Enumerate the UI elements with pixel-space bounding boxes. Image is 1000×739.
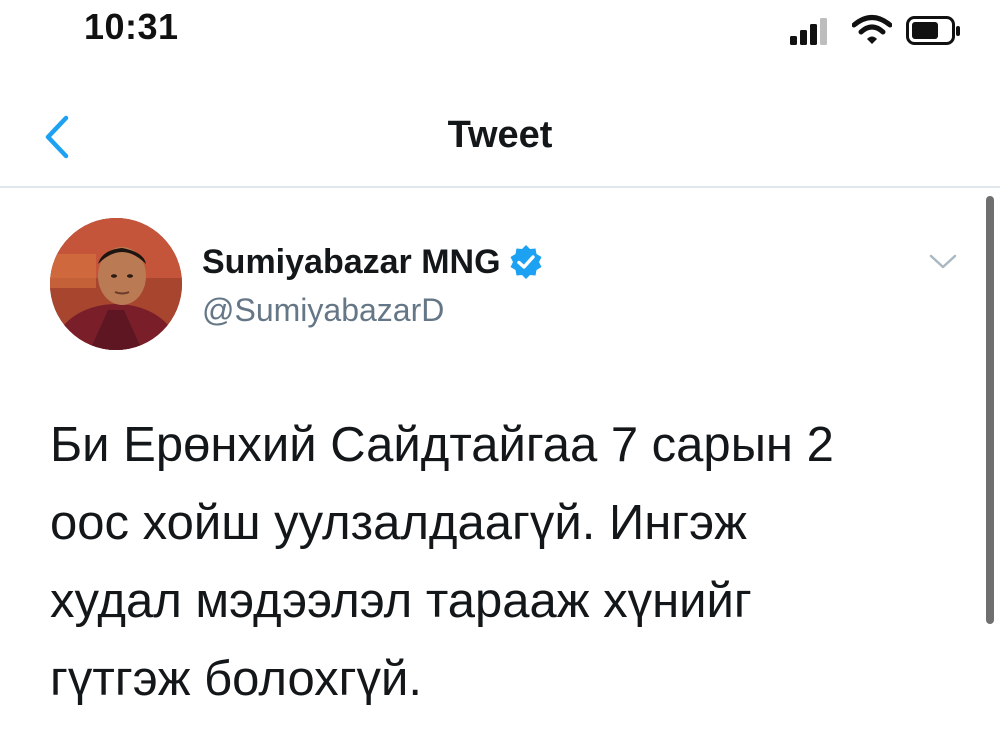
author-handle[interactable]: @SumiyabazarD — [202, 292, 444, 329]
scrollbar[interactable] — [986, 196, 994, 624]
verified-badge-icon — [510, 245, 542, 279]
signal-icon — [790, 18, 827, 45]
battery-icon — [906, 16, 960, 45]
avatar[interactable] — [50, 218, 182, 350]
chevron-down-icon — [929, 254, 957, 269]
tweet-text: Би Ерөнхий Сайдтайгаа 7 сарын 2 оос хойш… — [50, 418, 834, 706]
author-name[interactable]: Sumiyabazar MNG — [202, 243, 501, 282]
wifi-icon — [852, 15, 892, 44]
status-time: 10:31 — [84, 6, 179, 47]
status-bar: 10:31 — [0, 0, 1000, 70]
more-options-button[interactable] — [928, 250, 958, 274]
page-title: Tweet — [447, 114, 553, 156]
avatar-image — [50, 218, 182, 350]
tweet-detail: Sumiyabazar MNG @SumiyabazarD Би Ерөнхий… — [0, 188, 1000, 739]
author-row[interactable]: Sumiyabazar MNG — [202, 240, 543, 284]
navigation-bar: Tweet — [0, 90, 1000, 188]
